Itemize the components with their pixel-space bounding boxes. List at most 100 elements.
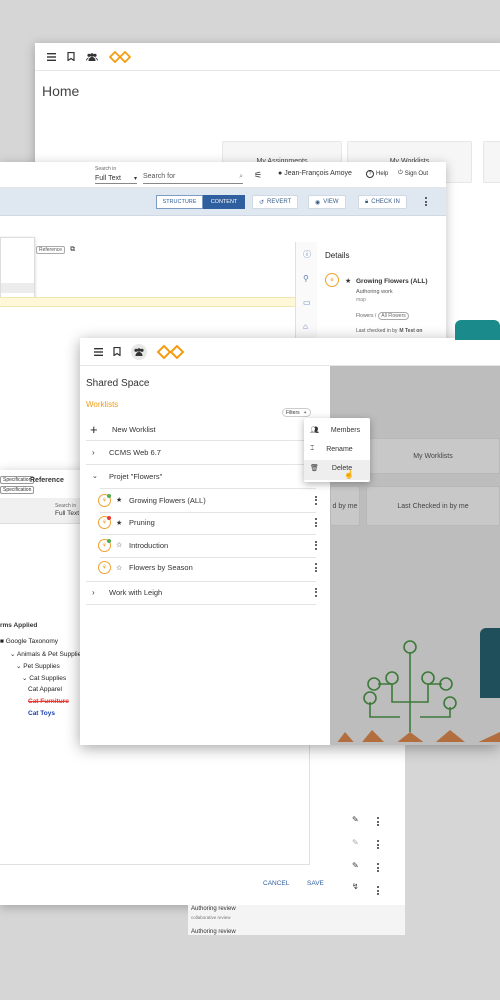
shared-space-window: Shared Space Worklists Filters + + New W… bbox=[80, 338, 500, 745]
row-arrow-icon[interactable]: ↯ bbox=[352, 882, 359, 891]
more-icon[interactable] bbox=[314, 563, 317, 572]
star-icon[interactable]: ☆ bbox=[116, 541, 122, 549]
menu-item-rename[interactable]: ⌶ Rename bbox=[310, 445, 353, 453]
save-button[interactable]: SAVE bbox=[307, 880, 324, 887]
user-menu[interactable]: ● Jean-François Amoye bbox=[278, 170, 352, 177]
more-icon[interactable] bbox=[314, 495, 317, 505]
group-icon[interactable] bbox=[86, 52, 98, 61]
worklist-item[interactable]: ⚘ ☆ Introduction bbox=[80, 534, 330, 556]
editor-dropdown bbox=[0, 237, 35, 299]
row-more-icon[interactable] bbox=[376, 863, 379, 872]
dropdown-highlight[interactable] bbox=[1, 283, 34, 293]
chevron-right-icon: › bbox=[92, 447, 95, 457]
worklist-item-label: Pruning bbox=[129, 518, 155, 527]
context-menu: 👥︎ Members ⌶ Rename 🗑︎ Delete ☝ bbox=[304, 418, 370, 482]
row-more-icon[interactable] bbox=[376, 886, 379, 895]
plus-icon: + bbox=[90, 421, 98, 437]
star-icon[interactable]: ★ bbox=[116, 519, 122, 527]
brand-logo-icon bbox=[109, 50, 131, 63]
row-more-icon[interactable] bbox=[376, 840, 379, 849]
new-worklist-button[interactable]: + New Worklist bbox=[80, 418, 330, 440]
spec-chip-2[interactable]: Specification bbox=[0, 486, 35, 494]
worklist-item-label: Flowers by Season bbox=[129, 563, 193, 572]
front-toolbar bbox=[80, 338, 500, 366]
worklist-map-icon: ⚘ bbox=[98, 493, 111, 507]
search-in-label: Search in bbox=[95, 166, 117, 172]
more-icon[interactable] bbox=[314, 518, 317, 527]
worklist-map-icon: ⚘ bbox=[98, 561, 111, 574]
group-leigh[interactable]: › Work with Leigh bbox=[80, 581, 330, 603]
row-edit-icon[interactable]: ✎ bbox=[352, 815, 359, 824]
brand-logo-icon bbox=[157, 344, 185, 359]
search-input[interactable]: Search for ⌕ bbox=[143, 173, 243, 184]
shared-space-title: Shared Space bbox=[86, 378, 150, 389]
signout-link[interactable]: ⏻ Sign Out bbox=[398, 170, 428, 177]
bottom-item-2: collaborative review bbox=[191, 915, 231, 920]
power-icon: ⏻ bbox=[398, 170, 403, 176]
worklist-item[interactable]: ⚘ ☆ Flowers by Season bbox=[80, 556, 330, 579]
star-icon[interactable]: ★ bbox=[116, 496, 122, 504]
group-icon: 👥︎ bbox=[310, 427, 319, 434]
details-item-title: Growing Flowers (ALL) bbox=[356, 278, 428, 285]
path-chip[interactable]: All Flowers bbox=[378, 312, 409, 320]
cursor-icon: ☝ bbox=[344, 470, 354, 479]
more-icon[interactable] bbox=[424, 197, 427, 206]
star-icon[interactable]: ☆ bbox=[116, 564, 122, 572]
reference-label: Reference bbox=[30, 477, 64, 484]
search-in-select[interactable]: Full Text ▾ bbox=[95, 173, 137, 184]
details-map-icon: ⚘ bbox=[325, 273, 339, 287]
tile-my-worklists[interactable]: My Worklists bbox=[366, 438, 500, 474]
terms-heading: rms Applied bbox=[0, 622, 38, 629]
group-ccms[interactable]: › CCMS Web 6.7 bbox=[80, 441, 330, 463]
group-icon[interactable] bbox=[131, 343, 147, 360]
worklist-item[interactable]: ⚘ ★ Growing Flowers (ALL) bbox=[80, 489, 330, 511]
filter-settings-icon[interactable]: ⚟ bbox=[254, 170, 262, 181]
help-icon: ? bbox=[366, 170, 374, 178]
editor-header: Search in Full Text ▾ Search for ⌕ ⚟ ● J… bbox=[0, 162, 446, 188]
star-icon[interactable]: ★ bbox=[345, 277, 351, 285]
tax-search-in-value[interactable]: Full Text bbox=[55, 510, 79, 517]
worklist-map-icon: ⚘ bbox=[98, 516, 111, 529]
info-icon[interactable]: ⓘ bbox=[303, 249, 311, 260]
eye-icon: ◉ bbox=[315, 199, 321, 206]
highlight-band bbox=[0, 297, 295, 307]
reference-chip[interactable]: Reference bbox=[36, 246, 66, 254]
character-illustration bbox=[480, 628, 500, 698]
tile-last-checked[interactable]: Last Checked in by me bbox=[366, 486, 500, 526]
view-button[interactable]: ◉ VIEW bbox=[308, 195, 346, 209]
tag-icon[interactable]: ⌂ bbox=[303, 322, 308, 331]
more-icon[interactable] bbox=[314, 587, 317, 597]
row-edit-icon[interactable]: ✎ bbox=[352, 838, 359, 847]
home-toolbar bbox=[35, 43, 500, 71]
filters-button[interactable]: Filters + bbox=[282, 408, 311, 417]
help-link[interactable]: ? Help bbox=[366, 170, 388, 178]
menu-icon[interactable] bbox=[47, 52, 56, 61]
details-title: Details bbox=[325, 251, 350, 260]
checkin-button[interactable]: 🔒︎ CHECK IN bbox=[358, 195, 407, 209]
comment-icon[interactable]: ▭ bbox=[303, 298, 311, 307]
cancel-button[interactable]: CANCEL bbox=[263, 880, 289, 887]
tab-structure[interactable]: STRUCTURE bbox=[156, 195, 203, 209]
tile-extra[interactable] bbox=[483, 141, 500, 183]
search-icon[interactable]: ⌕ bbox=[239, 173, 243, 183]
row-more-icon[interactable] bbox=[376, 817, 379, 826]
details-item-sub: Authoring work bbox=[356, 289, 393, 295]
user-icon: ● bbox=[278, 170, 283, 177]
menu-item-members[interactable]: 👥︎ Members bbox=[310, 426, 360, 435]
menu-icon[interactable] bbox=[94, 347, 103, 356]
tab-content[interactable]: CONTENT bbox=[203, 195, 245, 209]
chevron-right-icon: › bbox=[92, 587, 95, 597]
tile-checked-by-me[interactable]: d by me bbox=[330, 486, 360, 526]
lock-icon: 🔒︎ bbox=[365, 198, 369, 205]
bookmark-icon[interactable] bbox=[113, 347, 121, 356]
worklist-item[interactable]: ⚘ ★ Pruning bbox=[80, 511, 330, 534]
open-external-icon[interactable]: ⧉ bbox=[70, 246, 75, 254]
tree-icon[interactable]: ⚲ bbox=[303, 274, 309, 283]
plus-icon: + bbox=[303, 409, 307, 416]
group-flowers[interactable]: ⌄ Projet "Flowers" bbox=[80, 465, 330, 487]
bookmark-icon[interactable] bbox=[67, 52, 75, 61]
tax-search-in-label: Search in bbox=[55, 503, 77, 509]
more-icon[interactable] bbox=[314, 540, 317, 550]
revert-button[interactable]: ↺ REVERT bbox=[252, 195, 299, 209]
row-edit-icon[interactable]: ✎ bbox=[352, 861, 359, 870]
